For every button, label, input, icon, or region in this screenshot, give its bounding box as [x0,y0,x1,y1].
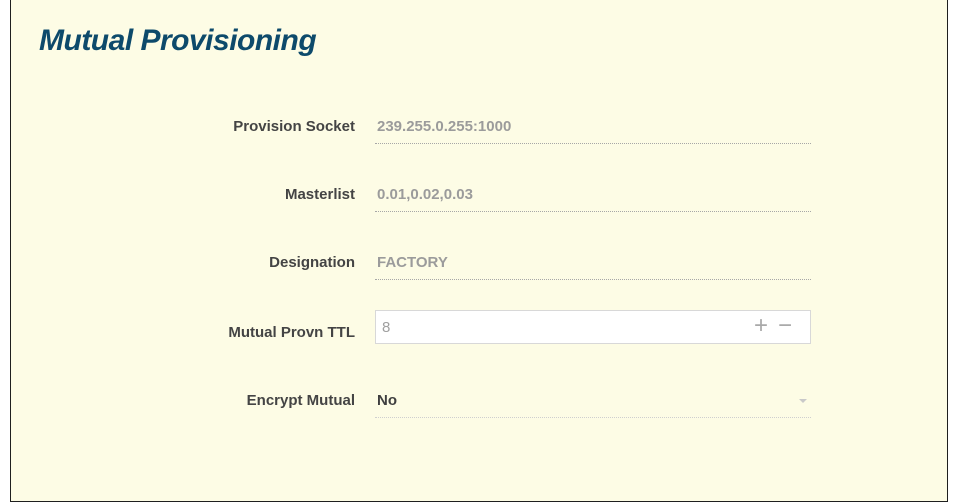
designation-value: FACTORY [377,254,448,271]
masterlist-label: Masterlist [284,186,355,203]
designation-field[interactable]: FACTORY [375,246,811,280]
mutual-provisioning-panel: Mutual Provisioning Provision Socket 239… [10,0,948,502]
designation-row: Designation FACTORY [11,246,949,282]
page-title: Mutual Provisioning [39,24,317,57]
mutual-provn-ttl-stepper: + − [375,310,811,344]
masterlist-value: 0.01,0.02,0.03 [377,186,473,203]
provision-socket-value: 239.255.0.255:1000 [377,118,512,135]
mutual-provn-ttl-label: Mutual Provn TTL [228,324,355,341]
mutual-provn-ttl-input[interactable] [376,311,742,343]
encrypt-mutual-row: Encrypt Mutual No [11,384,949,420]
masterlist-field[interactable]: 0.01,0.02,0.03 [375,178,811,212]
plus-icon[interactable]: + [750,314,772,340]
chevron-down-icon [799,399,807,403]
designation-label: Designation [269,254,355,271]
provision-socket-field[interactable]: 239.255.0.255:1000 [375,110,811,144]
encrypt-mutual-label: Encrypt Mutual [246,392,355,409]
provision-socket-label: Provision Socket [233,118,355,135]
encrypt-mutual-select[interactable]: No [375,384,811,418]
encrypt-mutual-value: No [377,392,397,409]
masterlist-row: Masterlist 0.01,0.02,0.03 [11,178,949,214]
provision-socket-row: Provision Socket 239.255.0.255:1000 [11,110,949,146]
minus-icon[interactable]: − [774,314,796,340]
mutual-provn-ttl-row: Mutual Provn TTL + − [11,310,949,352]
